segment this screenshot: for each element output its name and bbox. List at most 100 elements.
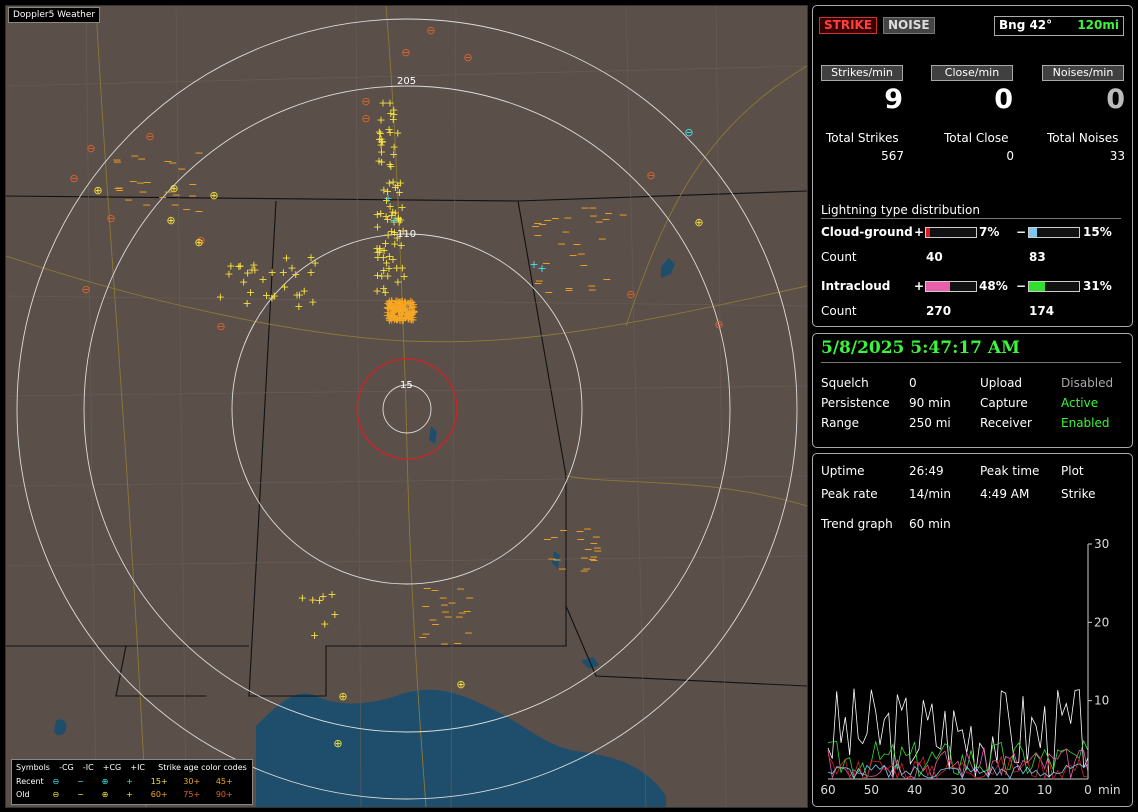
range-label: Range bbox=[821, 416, 860, 430]
trend-x-label: 30 bbox=[950, 783, 965, 797]
noises-per-min-label[interactable]: Noises/min bbox=[1042, 65, 1124, 81]
strike-marker: − bbox=[580, 201, 589, 214]
strike-marker: + bbox=[537, 262, 546, 275]
strike-marker: + bbox=[389, 214, 398, 227]
map-title: Doppler5 Weather bbox=[8, 7, 101, 23]
strike-marker: − bbox=[188, 189, 197, 202]
divider bbox=[821, 218, 1121, 219]
strike-marker: − bbox=[418, 631, 427, 644]
legend-col: +IC bbox=[130, 763, 146, 772]
strike-marker: + bbox=[298, 592, 307, 605]
ic-positive-bar bbox=[925, 281, 977, 292]
strike-marker: − bbox=[158, 191, 167, 204]
legend-old-label: Old bbox=[16, 790, 30, 799]
strike-marker: + bbox=[294, 300, 303, 313]
strike-marker: − bbox=[112, 153, 121, 166]
trend-x-label: 40 bbox=[907, 783, 922, 797]
bearing-box: Bng 42° 120mi bbox=[994, 16, 1124, 36]
strike-marker: + bbox=[236, 259, 245, 272]
noise-button[interactable]: NOISE bbox=[883, 17, 935, 34]
strike-marker: − bbox=[464, 626, 473, 639]
strike-marker: − bbox=[142, 198, 151, 211]
strike-marker: + bbox=[377, 156, 386, 169]
datetime: 5/8/2025 5:47:17 AM bbox=[821, 338, 1020, 358]
gulf-water bbox=[256, 689, 666, 807]
strike-marker: + bbox=[373, 221, 382, 234]
strike-marker: − bbox=[533, 229, 542, 242]
age-code: 60+ bbox=[150, 790, 168, 799]
status-panel: 5/8/2025 5:47:17 AM Squelch 0 Upload Dis… bbox=[812, 333, 1133, 448]
strike-marker: ⊖ bbox=[216, 320, 225, 333]
age-code: 15+ bbox=[150, 777, 168, 786]
plot-value[interactable]: Strike bbox=[1061, 487, 1096, 501]
strike-marker: + bbox=[267, 292, 276, 305]
lake-water bbox=[54, 719, 67, 736]
distribution-title: Lightning type distribution bbox=[821, 203, 980, 217]
legend-col: -IC bbox=[82, 763, 94, 772]
strike-marker: ⊖ bbox=[646, 169, 655, 182]
strike-marker: ⊕ bbox=[456, 678, 465, 691]
legend-col: -CG bbox=[59, 763, 74, 772]
strike-marker: − bbox=[115, 184, 124, 197]
strike-marker: − bbox=[453, 637, 462, 650]
strikes-per-min-label[interactable]: Strikes/min bbox=[821, 65, 903, 81]
trend-y-label: 30 bbox=[1094, 537, 1109, 551]
range-rings bbox=[16, 18, 798, 800]
strike-marker: − bbox=[194, 205, 203, 218]
total-close-value: 0 bbox=[1006, 149, 1014, 163]
strike-marker: − bbox=[421, 600, 430, 613]
strike-marker: − bbox=[538, 218, 547, 231]
strike-marker: − bbox=[602, 273, 611, 286]
strike-marker: + bbox=[320, 617, 329, 630]
cg-negative-count: 83 bbox=[1029, 250, 1046, 264]
strike-marker: − bbox=[124, 193, 133, 206]
strike-marker: + bbox=[389, 148, 398, 161]
strike-marker: − bbox=[544, 286, 553, 299]
ic-negative-count: 174 bbox=[1029, 304, 1055, 318]
squelch-label: Squelch bbox=[821, 376, 869, 390]
strike-marker: − bbox=[550, 531, 559, 544]
strike-marker: − bbox=[195, 146, 204, 159]
plus-sign: + bbox=[914, 225, 925, 239]
neg-cg-icon: ⊖ bbox=[52, 777, 60, 786]
strike-button[interactable]: STRIKE bbox=[819, 17, 878, 34]
strike-marker: ⊖ bbox=[361, 112, 370, 125]
trend-x-label: 10 bbox=[1037, 783, 1052, 797]
strike-marker: − bbox=[465, 592, 474, 605]
strike-marker: + bbox=[393, 179, 402, 192]
neg-ic-icon: − bbox=[77, 790, 84, 799]
strike-marker: + bbox=[398, 298, 407, 311]
strike-marker: + bbox=[330, 608, 339, 621]
ic-positive-count: 270 bbox=[926, 304, 952, 318]
strike-marker: − bbox=[444, 610, 453, 623]
strike-marker: ⊕ bbox=[209, 189, 218, 202]
range-value: 250 mi bbox=[909, 416, 951, 430]
strike-marker: ⊖ bbox=[81, 283, 90, 296]
age-code: 30+ bbox=[183, 777, 201, 786]
trend-x-label: 50 bbox=[864, 783, 879, 797]
peak-time-value: 4:49 AM bbox=[980, 487, 1030, 501]
total-noises-value: 33 bbox=[1109, 149, 1125, 163]
strike-marker: + bbox=[393, 276, 402, 289]
radar-map[interactable]: 205 110 15 + + + + + + + + + + + + + + + + + + + + + + + + + + + + +… bbox=[5, 5, 808, 808]
map-canvas: 205 110 15 ++ +++++++++++ ++++++++++++++ ++… bbox=[6, 6, 807, 807]
strike-marker: + bbox=[319, 590, 328, 603]
strike-marker: + bbox=[381, 286, 390, 299]
strike-marker: − bbox=[430, 584, 439, 597]
minus-sign: − bbox=[1016, 225, 1027, 239]
cg-positive-pct: 7% bbox=[979, 225, 1000, 239]
strike-marker: + bbox=[327, 588, 336, 601]
trend-graph: 30 20 10 60 50 40 30 20 10 0 min bbox=[820, 537, 1120, 797]
count-label: Count bbox=[821, 250, 857, 264]
pos-ic-icon: + bbox=[126, 777, 133, 786]
strike-marker: ⊖ bbox=[145, 130, 154, 143]
close-per-min-label[interactable]: Close/min bbox=[931, 65, 1013, 81]
strike-marker: − bbox=[428, 614, 437, 627]
strike-marker: − bbox=[564, 284, 573, 297]
strike-marker: + bbox=[295, 288, 304, 301]
total-close-label: Total Close bbox=[944, 131, 1009, 145]
strike-marker: − bbox=[182, 203, 191, 216]
ic-negative-bar bbox=[1028, 281, 1080, 292]
strike-marker: + bbox=[311, 257, 320, 270]
strike-marker: − bbox=[575, 525, 584, 538]
